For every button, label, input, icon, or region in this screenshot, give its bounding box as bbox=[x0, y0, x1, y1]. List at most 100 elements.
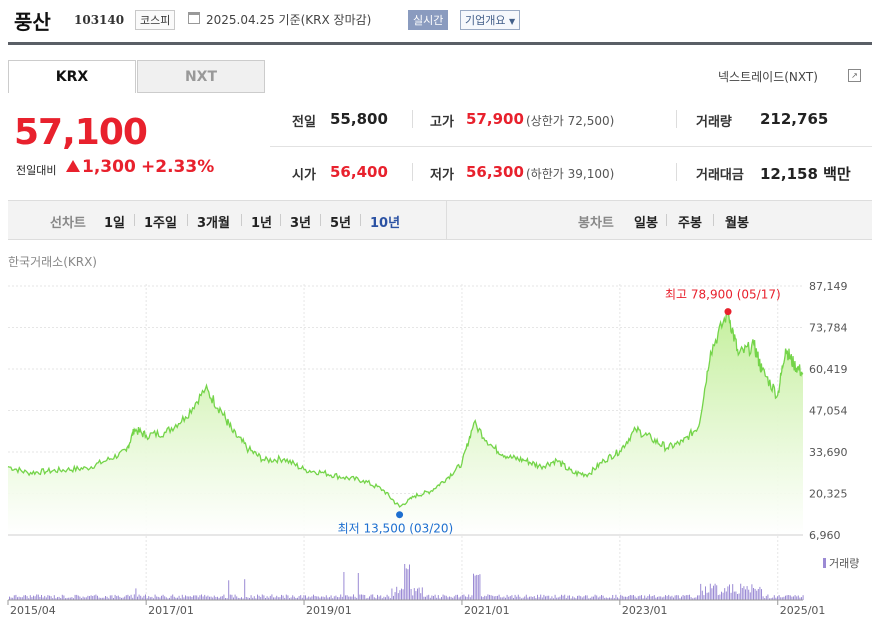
volume-bar bbox=[193, 595, 194, 600]
volume-bar bbox=[412, 595, 414, 600]
volume-bar bbox=[61, 594, 63, 600]
volume-bar bbox=[551, 596, 553, 600]
change-label: 전일대비 bbox=[16, 164, 57, 177]
header-divider bbox=[8, 42, 872, 45]
volume-bar bbox=[580, 596, 582, 600]
volume-bar bbox=[143, 595, 145, 600]
volume-bar bbox=[525, 594, 527, 600]
volume-bar bbox=[417, 588, 418, 600]
volume-bar bbox=[351, 596, 353, 600]
quote-separator bbox=[412, 163, 413, 181]
x-tick-label: 2017/01 bbox=[148, 604, 194, 617]
period-1y[interactable]: 1년 bbox=[251, 212, 272, 231]
volume-bar bbox=[23, 595, 25, 600]
volume-bar bbox=[481, 596, 482, 600]
tab-krx[interactable]: KRX bbox=[8, 60, 136, 93]
volume-bar bbox=[737, 594, 738, 600]
period-10y[interactable]: 10년 bbox=[370, 212, 400, 231]
volume-bar bbox=[629, 595, 631, 600]
volume-bar bbox=[161, 595, 162, 600]
volume-bar bbox=[786, 595, 788, 600]
volume-bar bbox=[722, 592, 724, 600]
quote-divider bbox=[270, 146, 872, 147]
volume-bar bbox=[591, 596, 593, 600]
volume-bar bbox=[325, 595, 327, 600]
volume-bar bbox=[620, 594, 622, 600]
volume-bar bbox=[463, 594, 465, 600]
period-3y[interactable]: 3년 bbox=[290, 212, 311, 231]
candle-weekly[interactable]: 주봉 bbox=[678, 212, 702, 231]
volume-bar bbox=[703, 595, 705, 600]
volume-bar bbox=[687, 595, 689, 600]
volume-bar bbox=[554, 594, 556, 600]
volume-bar bbox=[548, 595, 550, 600]
volume-bar bbox=[561, 594, 562, 600]
volume-bar bbox=[148, 596, 150, 600]
volume-bar bbox=[468, 594, 470, 600]
volume-bar bbox=[349, 596, 351, 600]
volume-bar bbox=[116, 596, 118, 600]
volume-bar bbox=[228, 580, 230, 600]
toolbar-separator bbox=[280, 214, 281, 226]
volume-bar bbox=[308, 596, 310, 600]
volume-bar bbox=[585, 595, 586, 600]
volume-bar bbox=[757, 589, 759, 600]
nextrade-link[interactable]: 넥스트레이드(NXT) bbox=[718, 68, 818, 85]
volume-bar bbox=[735, 591, 737, 600]
toolbar-separator bbox=[666, 214, 667, 226]
volume-bar bbox=[666, 596, 668, 600]
candle-monthly[interactable]: 월봉 bbox=[725, 212, 749, 231]
volume-bar bbox=[370, 594, 372, 600]
volume-bar bbox=[313, 594, 314, 600]
volume-bar bbox=[727, 586, 729, 600]
volume-bar bbox=[345, 595, 346, 600]
max-marker bbox=[724, 308, 732, 316]
popup-icon[interactable]: ↗ bbox=[848, 69, 861, 82]
volume-bar bbox=[428, 594, 430, 600]
volume-bar bbox=[569, 595, 570, 600]
volume-bar bbox=[305, 595, 306, 600]
volume-bar bbox=[47, 595, 49, 600]
period-1w[interactable]: 1주일 bbox=[144, 212, 177, 231]
volume-bar bbox=[172, 594, 174, 600]
volume-bar bbox=[223, 594, 225, 600]
volume-bar bbox=[202, 596, 204, 600]
volume-bar bbox=[721, 591, 722, 600]
toolbar-separator bbox=[187, 214, 188, 226]
volume-bar bbox=[660, 596, 662, 600]
volume-bar bbox=[426, 595, 428, 600]
period-1d[interactable]: 1일 bbox=[104, 212, 125, 231]
volume-bar bbox=[676, 595, 678, 600]
volume-bar bbox=[9, 596, 10, 600]
volume-bar bbox=[460, 596, 462, 600]
current-price: 57,100 bbox=[14, 112, 148, 153]
volume-bar bbox=[154, 594, 156, 600]
price-chart: 87,149 73,784 60,419 47,054 33,690 20,325 6,96… bbox=[7, 280, 859, 617]
volume-bar bbox=[89, 596, 90, 600]
volume-bar bbox=[44, 595, 46, 600]
volume-bar bbox=[453, 596, 455, 600]
open-value: 56,400 bbox=[330, 163, 388, 181]
volume-bar bbox=[404, 564, 406, 600]
volume-bar bbox=[234, 594, 236, 600]
volume-bar bbox=[449, 596, 450, 600]
volume-bar bbox=[97, 595, 98, 600]
period-5y[interactable]: 5년 bbox=[330, 212, 351, 231]
volume-bar bbox=[393, 595, 394, 600]
price-change: 1,300 bbox=[82, 157, 136, 177]
period-3m[interactable]: 3개월 bbox=[197, 212, 230, 231]
quote-separator bbox=[676, 110, 677, 128]
candle-daily[interactable]: 일봉 bbox=[634, 212, 658, 231]
corp-overview-dropdown[interactable]: 기업개요 ▼ bbox=[460, 10, 521, 30]
volume-bar bbox=[204, 594, 206, 600]
tab-nxt[interactable]: NXT bbox=[137, 60, 265, 93]
volume-bar bbox=[492, 595, 494, 600]
volume-bar bbox=[719, 594, 721, 600]
volume-bar bbox=[257, 594, 258, 600]
data-source: 한국거래소(KRX) bbox=[8, 255, 97, 269]
volume-bar bbox=[164, 596, 166, 600]
volume-bar bbox=[802, 595, 804, 600]
realtime-button[interactable]: 실시간 bbox=[408, 10, 449, 30]
volume-bar bbox=[36, 594, 38, 600]
toolbar-divider bbox=[446, 201, 447, 239]
